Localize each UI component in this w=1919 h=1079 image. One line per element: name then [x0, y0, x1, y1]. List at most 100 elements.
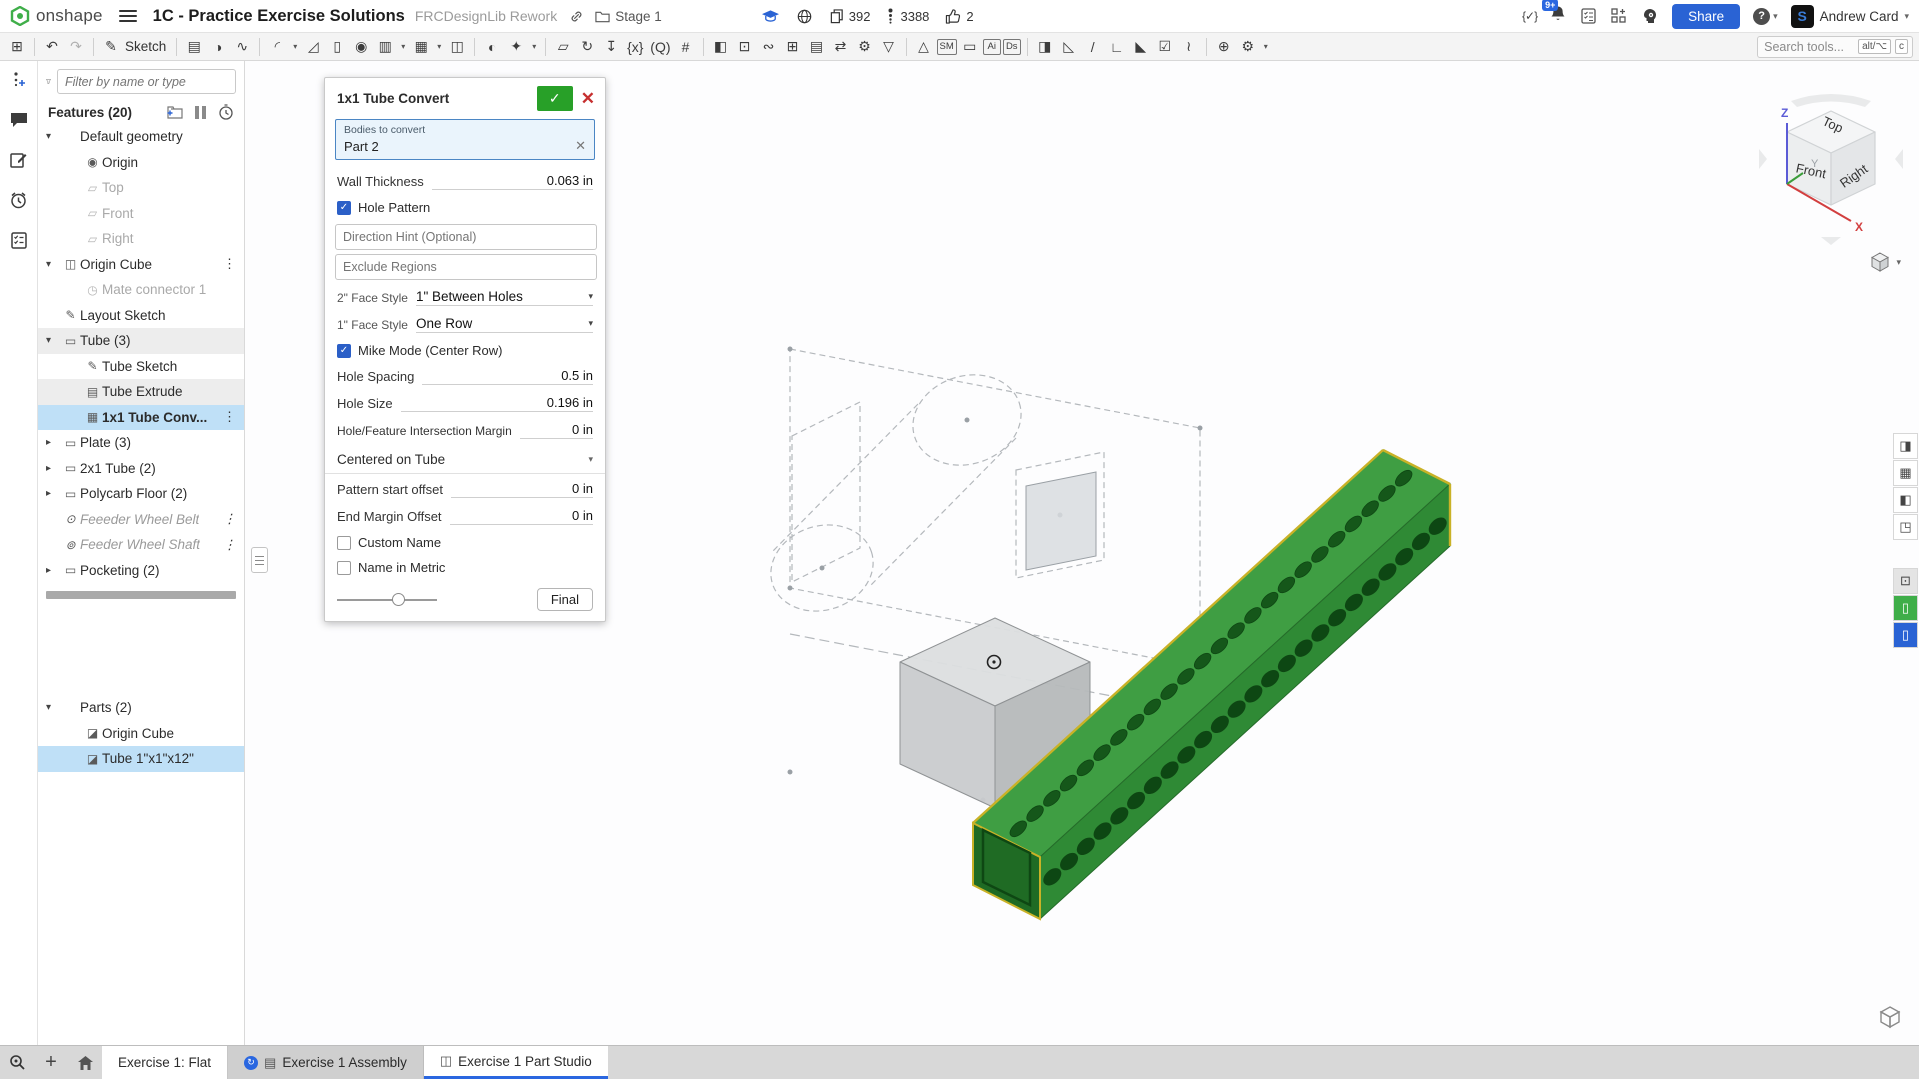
lookup-icon[interactable]: (Q) [648, 36, 672, 58]
separator[interactable] [703, 38, 704, 56]
tree-item-menu-icon[interactable]: ⋮ [219, 511, 240, 527]
separator[interactable] [474, 38, 475, 56]
appearance-panel-button[interactable]: ◨ [1893, 433, 1918, 459]
view-options-dropdown-icon[interactable]: ▾ [1261, 36, 1271, 58]
tree-item-1x1-tube-convert[interactable]: 1x1 Tube Conv... ⋮ [38, 405, 244, 431]
transform-icon[interactable]: ⇄ [830, 36, 852, 58]
sketch-icon[interactable]: ✎ [100, 36, 122, 58]
feature-list-icon[interactable]: ⊞ [6, 36, 28, 58]
separator[interactable] [545, 38, 546, 56]
trim-icon[interactable]: / [1082, 36, 1104, 58]
separator[interactable] [34, 38, 35, 56]
plane-icon[interactable]: ▱ [552, 36, 574, 58]
separator[interactable] [1027, 38, 1028, 56]
robot-helper-button[interactable]: ⊡ [1893, 568, 1918, 594]
panel-resize-handle[interactable] [251, 547, 268, 573]
separator[interactable] [906, 38, 907, 56]
cancel-button[interactable]: ✕ [581, 90, 595, 107]
check-doc-icon[interactable]: ☑ [1154, 36, 1176, 58]
tab-exercise-1-flat[interactable]: Exercise 1: Flat [102, 1046, 228, 1079]
shell-icon[interactable]: ▯ [326, 36, 348, 58]
parts-config-button[interactable]: ▦ [1893, 460, 1918, 486]
tree-item-polycarb-floor-folder[interactable]: ▸ Polycarb Floor (2) [38, 481, 244, 507]
face2-style-select[interactable]: 1" Between Holes▾ [416, 289, 593, 306]
modify-fillet-icon[interactable]: ✦ [505, 36, 527, 58]
mike-mode-checkbox[interactable]: ✓ [337, 344, 351, 358]
direction-hint-input[interactable] [335, 224, 597, 250]
filter-input[interactable] [57, 69, 236, 94]
hole-icon[interactable]: ◉ [350, 36, 372, 58]
boolean-icon[interactable]: ◐ [481, 36, 503, 58]
routing-icon[interactable]: ≀ [1178, 36, 1200, 58]
configurations-button[interactable]: ◧ [1893, 487, 1918, 513]
tree-item-feeder-wheel-shaft[interactable]: Feeder Wheel Shaft ⋮ [38, 532, 244, 558]
undo-icon[interactable]: ↶ [41, 36, 63, 58]
final-button[interactable]: Final [537, 588, 593, 611]
redo-icon[interactable]: ↷ [65, 36, 87, 58]
rollback-bar[interactable] [46, 591, 236, 599]
tree-item-front[interactable]: Front [38, 201, 244, 227]
sketch-text[interactable]: Sketch [125, 39, 166, 54]
name-in-metric-checkbox[interactable] [337, 561, 351, 575]
tree-item-tube-sketch[interactable]: Tube Sketch [38, 354, 244, 380]
tree-expand-icon[interactable]: ▾ [46, 335, 61, 346]
separator[interactable] [259, 38, 260, 56]
separator[interactable] [176, 38, 177, 56]
tree-item-origin-cube[interactable]: ▾ Origin Cube ⋮ [38, 252, 244, 278]
ai-icon[interactable]: Ai [983, 39, 1001, 55]
edit-notes-icon[interactable] [8, 149, 30, 171]
view-cube[interactable]: Top Front Right Z X Y [1751, 89, 1911, 249]
exclude-regions-input[interactable] [335, 254, 597, 280]
bodies-to-convert-field[interactable]: Bodies to convert Part 2 ✕ [335, 119, 595, 160]
green-docs-panel-button[interactable]: ▯ [1893, 595, 1918, 621]
ds-icon[interactable]: Ds [1003, 39, 1021, 55]
view-orientation-button[interactable]: ▾ [1869, 251, 1901, 273]
extrude-icon[interactable]: ▤ [183, 36, 205, 58]
fillet-icon[interactable]: ◜ [266, 36, 288, 58]
parts-expand-icon[interactable]: ▾ [46, 702, 61, 713]
document-icon[interactable]: ▤ [806, 36, 828, 58]
corner-icon[interactable]: ◣ [1130, 36, 1152, 58]
apps-grid-button[interactable] [1610, 7, 1628, 25]
robot-icon[interactable]: ⊞ [782, 36, 804, 58]
custom-name-checkbox[interactable] [337, 536, 351, 550]
tree-item-tube-extrude[interactable]: Tube Extrude [38, 379, 244, 405]
sweep-icon[interactable]: ∿ [231, 36, 253, 58]
learning-center-button[interactable] [1641, 7, 1659, 25]
frame-icon[interactable]: ▭ [959, 36, 981, 58]
tree-expand-icon[interactable]: ▸ [46, 463, 61, 474]
tab-exercise-1-assembly[interactable]: ↻ ▤ Exercise 1 Assembly [228, 1046, 424, 1079]
tree-item-menu-icon[interactable]: ⋮ [219, 409, 240, 425]
modify-dropdown-icon[interactable]: ▾ [529, 36, 539, 58]
tree-item-plate-folder[interactable]: ▸ Plate (3) [38, 430, 244, 456]
code-check-icon[interactable]: {✓} [1522, 9, 1537, 23]
confirm-button[interactable]: ✓ [537, 86, 573, 111]
assembly-robot-icon[interactable]: ⊡ [734, 36, 756, 58]
parts-section-header[interactable]: ▾ Parts (2) [38, 695, 244, 721]
tree-item-default-geometry[interactable]: ▾ Default geometry [38, 124, 244, 150]
tab-exercise-1-part-studio[interactable]: ◫ Exercise 1 Part Studio [424, 1046, 608, 1079]
chamfer-icon[interactable]: ◿ [302, 36, 324, 58]
tree-item-tube-folder[interactable]: ▾ Tube (3) [38, 328, 244, 354]
separator[interactable] [93, 38, 94, 56]
lattice-icon[interactable]: # [675, 36, 697, 58]
origin-crosshair-icon[interactable]: ⊕ [1213, 36, 1235, 58]
config-variables-button[interactable]: ◳ [1893, 514, 1918, 540]
thicken-icon[interactable]: ▥ [374, 36, 396, 58]
intersection-margin-input[interactable]: 0 in [520, 422, 593, 439]
feature-checklist-icon[interactable] [8, 229, 30, 251]
tree-item-2x1-tube-folder[interactable]: ▸ 2x1 Tube (2) [38, 456, 244, 482]
rollback-timer-icon[interactable] [218, 104, 234, 120]
wall-thickness-input[interactable]: 0.063 in [432, 173, 593, 190]
draft-dropdown-icon[interactable]: ▾ [398, 36, 408, 58]
tree-expand-icon[interactable]: ▸ [46, 565, 61, 576]
slider-thumb[interactable] [392, 593, 405, 606]
tree-item-mate-connector-1[interactable]: Mate connector 1 [38, 277, 244, 303]
add-tab-icon[interactable]: + [34, 1046, 68, 1079]
end-margin-offset-input[interactable]: 0 in [450, 508, 593, 525]
new-folder-icon[interactable] [165, 105, 183, 119]
pattern-icon[interactable]: ▦ [410, 36, 432, 58]
clear-selection-icon[interactable]: ✕ [575, 138, 586, 154]
insert-feature-icon[interactable] [8, 69, 30, 91]
hole-pattern-checkbox[interactable]: ✓ [337, 201, 351, 215]
